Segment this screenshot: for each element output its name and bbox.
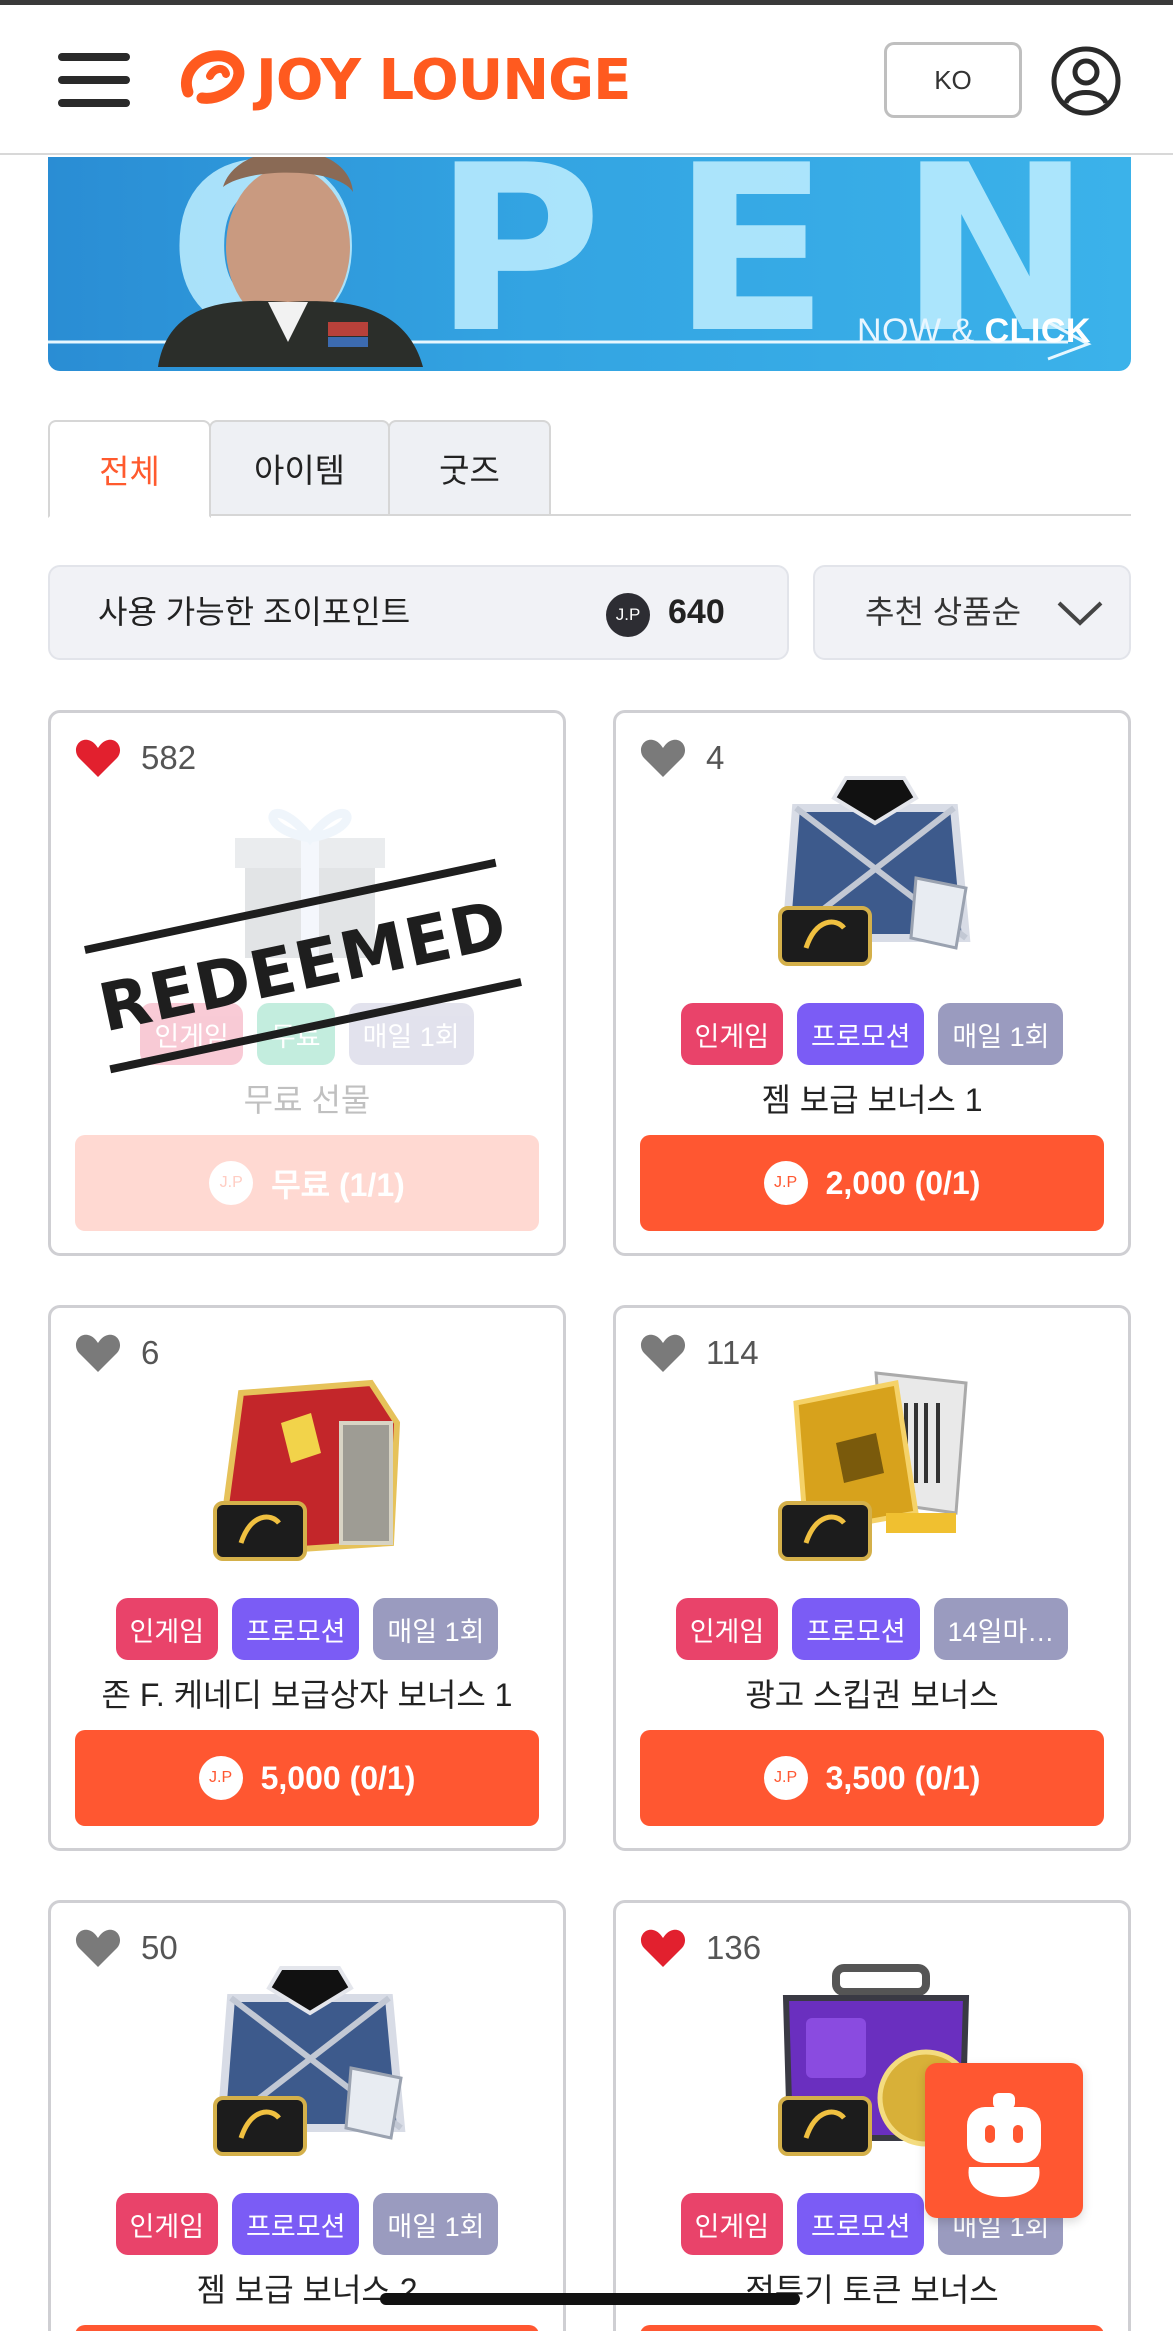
product-title: 광고 스킵권 보너스 <box>745 1677 999 1713</box>
app-header: JOY LOUNGE KO <box>0 5 1173 155</box>
tag-list: 인게임 프로모션 매일 1회 <box>616 1003 1128 1065</box>
chevron-down-icon <box>1057 601 1103 626</box>
user-profile-icon[interactable] <box>1050 45 1122 117</box>
heart-outline-icon <box>75 1334 121 1372</box>
like-button[interactable]: 582 <box>75 733 196 783</box>
heart-filled-icon <box>75 739 121 777</box>
heart-outline-icon <box>75 1929 121 1967</box>
like-button[interactable]: 6 <box>75 1328 159 1378</box>
product-card[interactable]: 6 인게임 프로모션 매일 1회 존 F. 케네디 보급상자 보너스 1 J.P… <box>48 1305 566 1851</box>
price-label: 2,000 (0/1) <box>825 1164 981 1201</box>
banner-cta-text: NOW & CLICK <box>857 312 1091 351</box>
like-button[interactable]: 4 <box>640 733 724 783</box>
product-card[interactable]: 582 인게임 무료 매일 1회 무료 선물 J.P 무료 (1/1) REDE… <box>48 710 566 1256</box>
product-title: 존 F. 케네디 보급상자 보너스 1 <box>101 1677 513 1713</box>
like-button[interactable]: 50 <box>75 1923 178 1973</box>
product-title: 무료 선물 <box>243 1082 371 1118</box>
jp-coin-icon: J.P <box>198 1756 243 1800</box>
tag-promotion: 프로모션 <box>232 1598 360 1660</box>
like-count: 50 <box>141 1929 178 1966</box>
category-tabs: 전체 아이템 굿즈 <box>48 420 1131 518</box>
sort-dropdown[interactable]: 추천 상품순 <box>813 565 1131 660</box>
tag-ingame: 인게임 <box>115 2193 219 2255</box>
heart-outline-icon <box>640 1334 686 1372</box>
joy-points-panel: 사용 가능한 조이포인트 J.P 640 <box>48 565 789 660</box>
like-count: 4 <box>706 739 725 776</box>
product-card[interactable]: 50 인게임 프로모션 매일 1회 젬 보급 보너스 2 J.P <box>48 1900 566 2331</box>
product-card[interactable]: 4 인게임 프로모션 매일 1회 젬 보급 보너스 1 J.P 2,000 (0… <box>613 710 1131 1256</box>
home-indicator <box>380 2293 800 2305</box>
product-title: 젬 보급 보너스 1 <box>761 1082 983 1118</box>
price-label: 5,000 (0/1) <box>260 1759 416 1796</box>
tag-daily: 매일 1회 <box>938 1003 1064 1065</box>
jp-coin-icon: J.P <box>763 1161 808 1205</box>
points-value: 640 <box>668 593 725 631</box>
gem-supply-box-image <box>778 776 971 966</box>
tag-list: 인게임 프로모션 매일 1회 <box>51 1598 563 1660</box>
banner-cta-bold: CLICK <box>984 312 1091 350</box>
tag-list: 인게임 프로모션 매일 1회 <box>51 2193 563 2255</box>
like-count: 6 <box>141 1334 160 1371</box>
red-supply-crate-image <box>213 1379 401 1561</box>
tag-promotion: 프로모션 <box>232 2193 360 2255</box>
points-label: 사용 가능한 조이포인트 <box>98 594 411 630</box>
buy-button[interactable]: J.P 2,000 (0/1) <box>640 1135 1104 1231</box>
tab-all[interactable]: 전체 <box>48 420 211 518</box>
like-count: 136 <box>706 1929 762 1966</box>
logo-text: JOY LOUNGE <box>256 47 631 113</box>
sort-label: 추천 상품순 <box>865 594 1022 630</box>
tag-list: 인게임 프로모션 14일마… <box>616 1598 1128 1660</box>
robot-icon <box>967 2093 1041 2197</box>
heart-outline-icon <box>640 739 686 777</box>
tag-promotion: 프로모션 <box>792 1598 920 1660</box>
buy-button[interactable]: J.P 3,500 (0/1) <box>640 1730 1104 1826</box>
like-button[interactable]: 114 <box>640 1328 759 1378</box>
jp-coin-icon: J.P <box>209 1161 254 1205</box>
price-label: 무료 (1/1) <box>271 1167 405 1203</box>
tab-items[interactable]: 아이템 <box>209 420 390 516</box>
joy-lounge-logo[interactable]: JOY LOUNGE <box>180 40 631 120</box>
tag-ingame: 인게임 <box>115 1598 219 1660</box>
like-count: 582 <box>141 739 197 776</box>
tab-goods[interactable]: 굿즈 <box>388 420 551 516</box>
tag-period: 14일마… <box>933 1598 1069 1660</box>
jp-coin-icon: J.P <box>606 593 650 637</box>
buy-button[interactable]: J.P 5,000 (0/1) <box>75 1730 539 1826</box>
gold-ad-skip-ticket-image <box>778 1371 968 1561</box>
chatbot-button[interactable] <box>925 2063 1083 2218</box>
tag-ingame: 인게임 <box>675 1598 779 1660</box>
logo-mark-icon <box>181 50 245 104</box>
buy-button[interactable]: J.P <box>75 2325 539 2331</box>
tag-ingame: 인게임 <box>680 1003 784 1065</box>
gem-supply-box-image <box>213 1966 406 2156</box>
heart-filled-icon <box>640 1929 686 1967</box>
product-card[interactable]: 114 인게임 프로모션 14일마… 광고 스킵권 보너스 J.P 3,500 … <box>613 1305 1131 1851</box>
redeem-button[interactable]: J.P 무료 (1/1) <box>75 1135 539 1231</box>
like-button[interactable]: 136 <box>640 1923 761 1973</box>
tag-daily: 매일 1회 <box>373 2193 499 2255</box>
buy-button[interactable]: J.P <box>640 2325 1104 2331</box>
price-label: 3,500 (0/1) <box>825 1759 981 1796</box>
tag-promotion: 프로모션 <box>797 2193 925 2255</box>
promo-banner[interactable]: OPEN NOW & CLICK <box>48 157 1131 371</box>
language-button[interactable]: KO <box>884 42 1022 118</box>
banner-cta-prefix: NOW & <box>856 312 985 350</box>
tag-daily: 매일 1회 <box>373 1598 499 1660</box>
like-count: 114 <box>706 1334 759 1371</box>
tag-promotion: 프로모션 <box>797 1003 925 1065</box>
jp-coin-icon: J.P <box>763 1756 808 1800</box>
tag-ingame: 인게임 <box>680 2193 784 2255</box>
menu-icon[interactable] <box>58 45 132 115</box>
